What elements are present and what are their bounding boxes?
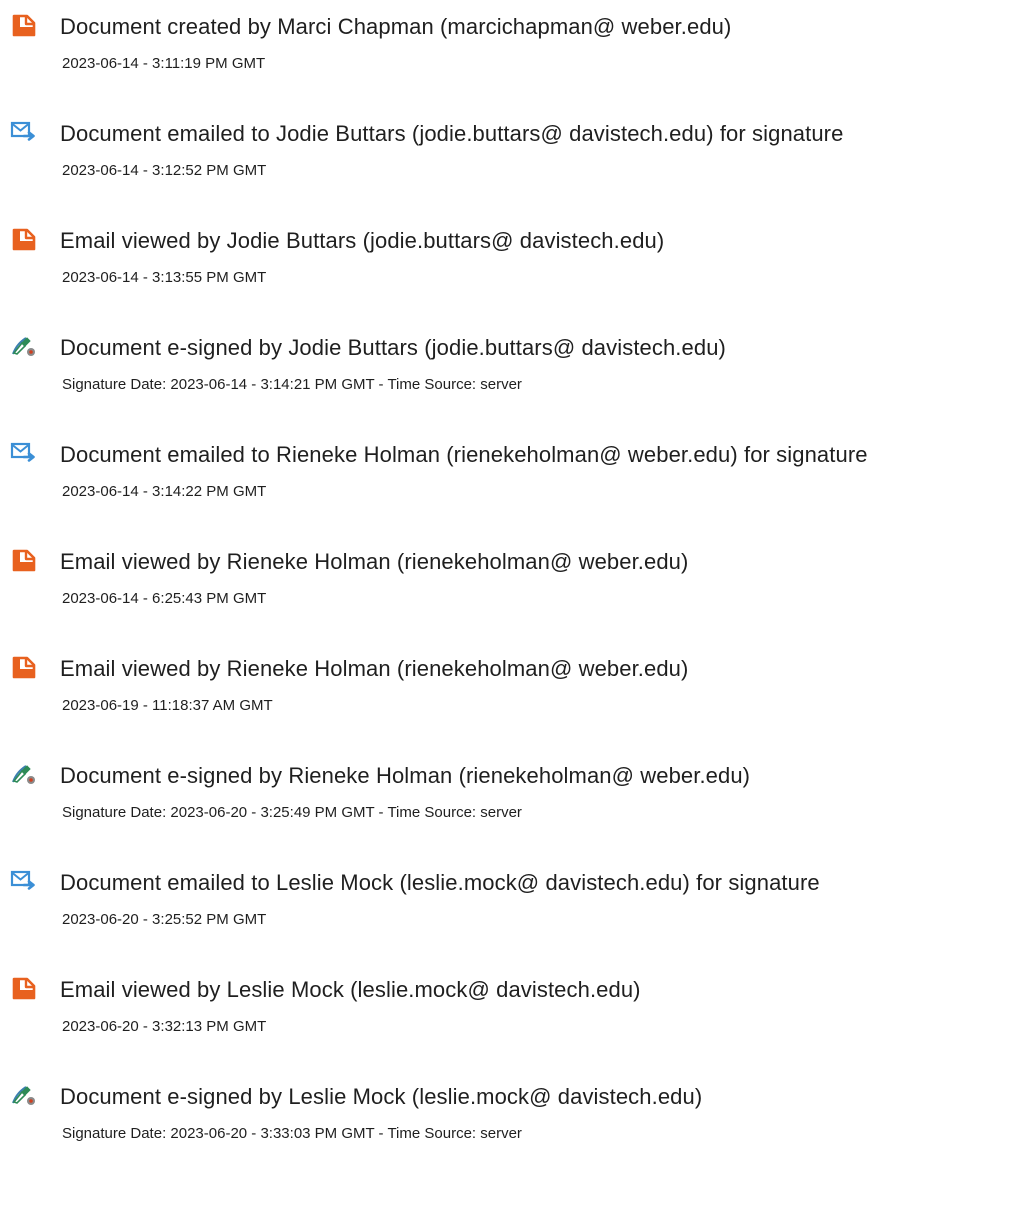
event-title: Document emailed to Jodie Buttars (jodie… [60,121,844,146]
email-send-icon [10,118,38,146]
pen-sign-icon [10,1081,38,1109]
event-timestamp: Signature Date: 2023-06-20 - 3:25:49 PM … [62,804,522,821]
audit-event: Document e-signed by Jodie Buttars (jodi… [0,321,1023,411]
audit-event: Email viewed by Jodie Buttars (jodie.but… [0,214,1023,304]
event-title: Email viewed by Rieneke Holman (rienekeh… [60,656,689,681]
event-title: Email viewed by Leslie Mock (leslie.mock… [60,977,641,1002]
event-timestamp: 2023-06-20 - 3:32:13 PM GMT [62,1018,267,1035]
audit-event: Document emailed to Leslie Mock (leslie.… [0,856,1023,946]
event-timestamp: Signature Date: 2023-06-14 - 3:14:21 PM … [62,376,522,393]
event-timestamp: 2023-06-14 - 3:12:52 PM GMT [62,162,267,179]
audit-event: Email viewed by Rieneke Holman (rienekeh… [0,642,1023,732]
event-title: Document e-signed by Jodie Buttars (jodi… [60,335,726,360]
event-title: Document e-signed by Rieneke Holman (rie… [60,763,751,788]
document-icon [10,11,38,39]
document-icon [10,546,38,574]
document-icon [10,974,38,1002]
event-title: Email viewed by Rieneke Holman (rienekeh… [60,549,689,574]
event-title: Document emailed to Leslie Mock (leslie.… [60,870,820,895]
event-timestamp: 2023-06-14 - 3:11:19 PM GMT [62,55,266,72]
pen-sign-icon [10,760,38,788]
event-timestamp: 2023-06-19 - 11:18:37 AM GMT [62,697,273,714]
audit-event: Email viewed by Leslie Mock (leslie.mock… [0,963,1023,1053]
event-timestamp: 2023-06-14 - 6:25:43 PM GMT [62,590,267,607]
audit-event: Document e-signed by Leslie Mock (leslie… [0,1070,1023,1160]
audit-event: Email viewed by Rieneke Holman (rienekeh… [0,535,1023,625]
document-icon [10,653,38,681]
event-title: Document emailed to Rieneke Holman (rien… [60,442,868,467]
event-title: Document created by Marci Chapman (marci… [60,14,732,39]
email-send-icon [10,867,38,895]
email-send-icon [10,439,38,467]
audit-event: Document created by Marci Chapman (marci… [0,0,1023,90]
audit-event: Document e-signed by Rieneke Holman (rie… [0,749,1023,839]
document-icon [10,225,38,253]
event-title: Email viewed by Jodie Buttars (jodie.but… [60,228,665,253]
event-title: Document e-signed by Leslie Mock (leslie… [60,1084,703,1109]
event-timestamp: 2023-06-14 - 3:13:55 PM GMT [62,269,267,286]
audit-event: Document emailed to Jodie Buttars (jodie… [0,107,1023,197]
event-timestamp: 2023-06-14 - 3:14:22 PM GMT [62,483,267,500]
event-timestamp: 2023-06-20 - 3:25:52 PM GMT [62,911,267,928]
audit-event: Document emailed to Rieneke Holman (rien… [0,428,1023,518]
event-timestamp: Signature Date: 2023-06-20 - 3:33:03 PM … [62,1125,522,1142]
pen-sign-icon [10,332,38,360]
